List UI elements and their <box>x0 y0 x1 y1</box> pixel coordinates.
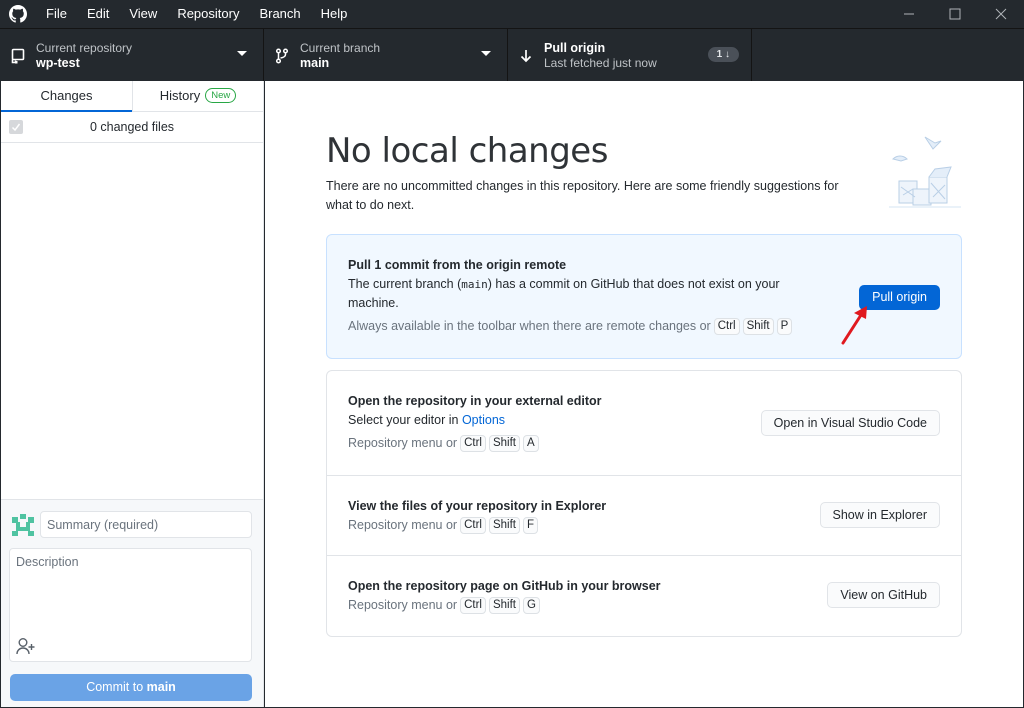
branch-icon <box>264 47 300 64</box>
incoming-commits-badge: 1 ↓ <box>707 47 739 62</box>
tab-history-label: History <box>159 88 201 103</box>
main-content: No local changes There are no uncommitte… <box>265 81 1023 707</box>
identicon-icon <box>12 514 34 536</box>
description-input[interactable] <box>10 549 251 629</box>
chevron-down-icon <box>237 51 247 56</box>
kbd-ctrl: Ctrl <box>460 435 486 452</box>
menu-edit[interactable]: Edit <box>77 0 119 27</box>
menu-file[interactable]: File <box>36 0 77 27</box>
tab-history[interactable]: History New <box>132 81 263 111</box>
kbd-ctrl: Ctrl <box>460 517 486 534</box>
explorer-suggestion-hint: Repository menu or Ctrl Shift F <box>348 516 606 535</box>
minimize-button[interactable] <box>886 0 932 27</box>
menu-bar: File Edit View Repository Branch Help <box>36 0 357 27</box>
pull-card-hint: Always available in the toolbar when the… <box>348 317 818 336</box>
github-suggestion-title: Open the repository page on GitHub in yo… <box>348 579 661 593</box>
title-bar: File Edit View Repository Branch Help <box>0 0 1024 27</box>
menu-help[interactable]: Help <box>311 0 358 27</box>
new-badge: New <box>205 88 237 104</box>
toolbar: Current repository wp-test Current branc… <box>0 28 1024 82</box>
list-item: Open the repository in your external edi… <box>327 371 961 476</box>
kbd-p: P <box>776 318 793 335</box>
github-suggestion-hint: Repository menu or Ctrl Shift G <box>348 596 661 615</box>
current-branch-label: Current branch <box>300 40 381 55</box>
kbd-ctrl: Ctrl <box>460 597 486 614</box>
hint-text: Repository menu or <box>348 518 458 532</box>
list-item: Open the repository page on GitHub in yo… <box>327 556 961 636</box>
pull-origin-label: Pull origin <box>544 40 606 55</box>
checkmark-icon <box>11 123 21 132</box>
menu-repository[interactable]: Repository <box>167 0 249 27</box>
open-in-editor-button[interactable]: Open in Visual Studio Code <box>760 410 940 436</box>
kbd-f: F <box>522 517 539 534</box>
page-title: No local changes <box>326 131 608 171</box>
kbd-ctrl: Ctrl <box>713 318 740 335</box>
kbd-a: A <box>522 435 539 452</box>
editor-suggestion-title: Open the repository in your external edi… <box>348 394 602 408</box>
options-link[interactable]: Options <box>462 413 505 427</box>
menu-view[interactable]: View <box>119 0 167 27</box>
pull-card-text: The current branch (main) has a commit o… <box>348 275 818 313</box>
current-repository-label: Current repository <box>36 40 133 55</box>
commit-button-branch: main <box>146 680 176 694</box>
kbd-g: G <box>522 597 540 614</box>
add-person-icon <box>16 638 35 655</box>
empty-state-illustration-icon <box>889 136 961 208</box>
maximize-icon <box>949 8 961 19</box>
current-repository-button[interactable]: Current repository wp-test <box>0 29 264 82</box>
pull-origin-toolbar-button[interactable]: Pull origin Last fetched just now 1 ↓ <box>508 29 752 82</box>
maximize-button[interactable] <box>932 0 978 27</box>
select-all-checkbox[interactable] <box>9 120 23 134</box>
window-controls <box>886 0 1024 27</box>
commit-button-prefix: Commit to <box>86 680 147 694</box>
sidebar-tabs: Changes History New <box>1 81 263 112</box>
minimize-icon <box>904 13 914 14</box>
explorer-suggestion-title: View the files of your repository in Exp… <box>348 499 607 513</box>
annotation-arrow-icon <box>841 306 867 345</box>
changed-files-count: 0 changed files <box>89 120 175 134</box>
sidebar: Changes History New 0 changed files Summ… <box>1 81 264 707</box>
pull-card-hint-text: Always available in the toolbar when the… <box>348 319 711 333</box>
repo-icon <box>0 48 36 64</box>
kbd-shift: Shift <box>742 318 774 335</box>
chevron-down-icon <box>481 51 491 56</box>
commit-button[interactable]: Commit to main <box>10 674 252 701</box>
hint-text: Repository menu or <box>348 598 458 612</box>
arrow-down-icon <box>508 48 544 64</box>
editor-suggestion-hint: Repository menu or Ctrl Shift A <box>348 434 602 453</box>
hint-text: Repository menu or <box>348 436 458 450</box>
page-description: There are no uncommitted changes in this… <box>326 179 839 212</box>
current-branch-button[interactable]: Current branch main <box>264 29 508 82</box>
summary-input[interactable] <box>40 511 252 538</box>
pull-card-text-before: The current branch ( <box>348 277 462 291</box>
avatar <box>11 513 35 537</box>
view-on-github-button[interactable]: View on GitHub <box>827 582 940 608</box>
github-logo-icon <box>0 0 36 27</box>
close-button[interactable] <box>978 0 1024 27</box>
current-repository-value: wp-test <box>36 55 80 70</box>
editor-suggestion-text: Select your editor in Options <box>348 411 602 430</box>
tab-changes-label: Changes <box>40 88 93 103</box>
show-in-explorer-button[interactable]: Show in Explorer <box>819 502 940 528</box>
suggestions-list: Open the repository in your external edi… <box>326 370 962 637</box>
menu-branch[interactable]: Branch <box>249 0 310 27</box>
changed-files-header: 0 changed files <box>1 112 263 143</box>
last-fetched-label: Last fetched just now <box>544 55 657 70</box>
list-item: View the files of your repository in Exp… <box>327 476 961 556</box>
kbd-shift: Shift <box>488 517 520 534</box>
tab-changes[interactable]: Changes <box>1 81 132 112</box>
kbd-shift: Shift <box>488 435 520 452</box>
editor-suggestion-text-label: Select your editor in <box>348 413 462 427</box>
kbd-shift: Shift <box>488 597 520 614</box>
close-icon <box>995 8 1007 19</box>
commit-message-area: Commit to main <box>1 499 263 707</box>
description-field <box>9 548 252 662</box>
current-branch-value: main <box>300 55 330 70</box>
branch-name-code: main <box>461 278 488 291</box>
add-co-author-button[interactable] <box>16 637 36 655</box>
pull-card-title: Pull 1 commit from the origin remote <box>348 258 567 272</box>
